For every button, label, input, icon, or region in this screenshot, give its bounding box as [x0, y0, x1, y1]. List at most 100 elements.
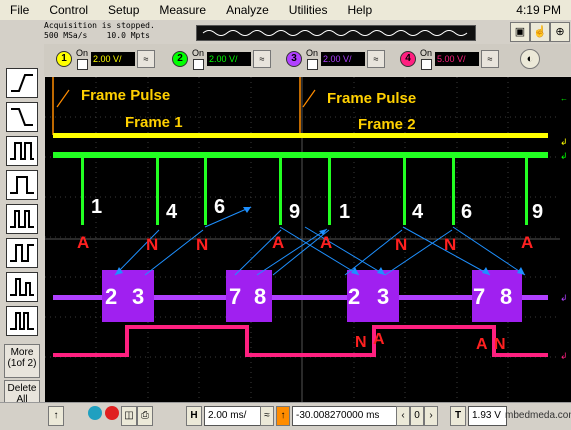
channel-4-ground-icon[interactable]: ↲ [560, 351, 568, 361]
slot-letter: N [355, 334, 367, 351]
stop-icon[interactable] [105, 406, 119, 420]
pulse-width-trigger-icon[interactable] [6, 136, 38, 166]
frame-pulse-arrow-2 [302, 89, 316, 108]
channel-3-on-label: On [305, 47, 318, 58]
slot-number: 6 [214, 196, 225, 218]
slot-letter: A [272, 233, 284, 252]
slot-number: 1 [91, 196, 102, 218]
zoom-icon[interactable]: ⊕ [550, 22, 570, 42]
timebase-adjust-icon[interactable]: ≈ [260, 406, 274, 426]
menu-file[interactable]: File [0, 3, 39, 17]
channel-3-checkbox[interactable] [306, 58, 318, 70]
channel-2-checkbox[interactable] [192, 58, 204, 70]
run-stop-icon[interactable]: ▣ [510, 22, 530, 42]
channel-2-scale[interactable]: 2.00 V/ [207, 52, 251, 66]
delay-marker-icon[interactable]: ↑ [276, 406, 290, 426]
delay-field[interactable]: -30.008270000 ms [292, 406, 397, 426]
slot-number: 6 [461, 201, 472, 223]
horizontal-label: H [186, 406, 202, 426]
period-trigger-icon[interactable] [6, 170, 38, 200]
run-icon[interactable] [88, 406, 102, 420]
slot-number: 4 [412, 201, 424, 223]
timebase-field[interactable]: 2.00 ms/ [204, 406, 261, 426]
frame-pulse-label-2: Frame Pulse [327, 90, 416, 107]
menu-utilities[interactable]: Utilities [279, 3, 338, 17]
menu-control[interactable]: Control [39, 3, 98, 17]
slot-letter: N [196, 235, 208, 254]
waveform-display[interactable]: Frame Pulse Frame Pulse Frame 1 Frame 2 … [45, 77, 560, 402]
right-marker-panel: ← ↲ ↲ ↲ ↲ [560, 77, 571, 402]
channel-4-on-label: On [419, 47, 432, 58]
channel-2-on-label: On [191, 47, 204, 58]
slot-letter: N [444, 235, 456, 254]
menu-help[interactable]: Help [337, 3, 382, 17]
waveform-overview[interactable] [196, 25, 476, 41]
channel-1-badge: 1 [56, 51, 72, 67]
channel-4-trace [53, 325, 548, 357]
falling-edge-trigger-icon[interactable] [6, 102, 38, 132]
watermark: mbedmeda.com [505, 410, 571, 421]
more-button[interactable]: More (1of 2) [4, 344, 40, 378]
channel-3-adjust-icon[interactable]: ≈ [367, 50, 385, 68]
slot-letter: N [146, 235, 158, 254]
channel-1-trace [53, 133, 548, 138]
channel-3-control[interactable]: 3 On 2.00 V/ ≈ [286, 47, 385, 71]
trigger-level-icon: ← [560, 94, 568, 103]
channel-1-on[interactable]: On [75, 47, 89, 70]
slot-letter: A [521, 233, 533, 252]
channel-3-on[interactable]: On [305, 47, 319, 70]
slot-letter: A [77, 233, 89, 252]
menu-analyze[interactable]: Analyze [216, 3, 279, 17]
channel-1-control[interactable]: 1 On 2.00 V/ ≈ [56, 47, 155, 71]
channel-2-on[interactable]: On [191, 47, 205, 70]
slot-number: 3 [132, 284, 144, 309]
slot-letter: A [373, 331, 385, 348]
acquisition-status: Acquisition is stopped. 500 MSa/s 10.0 M… [44, 21, 194, 43]
runt-trigger-icon[interactable] [6, 272, 38, 302]
channel-4-scale[interactable]: 5.00 V/ [435, 52, 479, 66]
rising-edge-trigger-icon[interactable] [6, 68, 38, 98]
slot-number: 8 [500, 284, 512, 309]
math-icon[interactable]: ◐ [520, 49, 540, 69]
channel-3-scale[interactable]: 2.00 V/ [321, 52, 365, 66]
channel-4-adjust-icon[interactable]: ≈ [481, 50, 499, 68]
slot-letter: N [395, 235, 407, 254]
channel-4-on[interactable]: On [419, 47, 433, 70]
channel-2-trace [53, 152, 548, 158]
delay-left-icon[interactable]: ‹ [396, 406, 410, 426]
channel-4-control[interactable]: 4 On 5.00 V/ ≈ [400, 47, 499, 71]
channel-1-ground-icon[interactable]: ↲ [560, 137, 568, 147]
frame-pulse-arrow-1 [56, 89, 70, 108]
glitch-trigger-icon[interactable] [6, 238, 38, 268]
frame-2-label: Frame 2 [358, 116, 416, 133]
menu-setup[interactable]: Setup [98, 3, 149, 17]
marker-icon[interactable]: ↑ [48, 406, 64, 426]
trigger-label: T [450, 406, 466, 426]
pointer-icon[interactable]: ☝ [530, 22, 550, 42]
print-icon[interactable]: ⎙ [137, 406, 153, 426]
slot-number: 3 [377, 284, 389, 309]
pink-slot-letters: N A A N [355, 331, 506, 353]
delay-zero-icon[interactable]: 0 [410, 406, 424, 426]
timeout-trigger-icon[interactable] [6, 306, 38, 336]
channel-2-adjust-icon[interactable]: ≈ [253, 50, 271, 68]
trigger-level-field[interactable]: 1.93 V [468, 406, 507, 426]
channel-2-control[interactable]: 2 On 2.00 V/ ≈ [172, 47, 271, 71]
channel-2-ground-icon[interactable]: ↲ [560, 151, 568, 161]
single-icon[interactable]: ◫ [121, 406, 137, 426]
slot-number: 4 [166, 201, 178, 223]
sample-rate: 500 MSa/s 10.0 Mpts [44, 31, 150, 40]
rise-time-trigger-icon[interactable] [6, 204, 38, 234]
channel-1-scale[interactable]: 2.00 V/ [91, 52, 135, 66]
slot-number: 9 [532, 201, 543, 223]
channel-1-adjust-icon[interactable]: ≈ [137, 50, 155, 68]
slot-number: 2 [105, 284, 117, 309]
channel-1-on-label: On [75, 47, 88, 58]
channel-1-checkbox[interactable] [76, 58, 88, 70]
delay-right-icon[interactable]: › [424, 406, 438, 426]
slot-number: 9 [289, 201, 300, 223]
menu-measure[interactable]: Measure [149, 3, 216, 17]
channel-4-checkbox[interactable] [420, 58, 432, 70]
channel-3-ground-icon[interactable]: ↲ [560, 293, 568, 303]
overview-wave [202, 30, 468, 36]
